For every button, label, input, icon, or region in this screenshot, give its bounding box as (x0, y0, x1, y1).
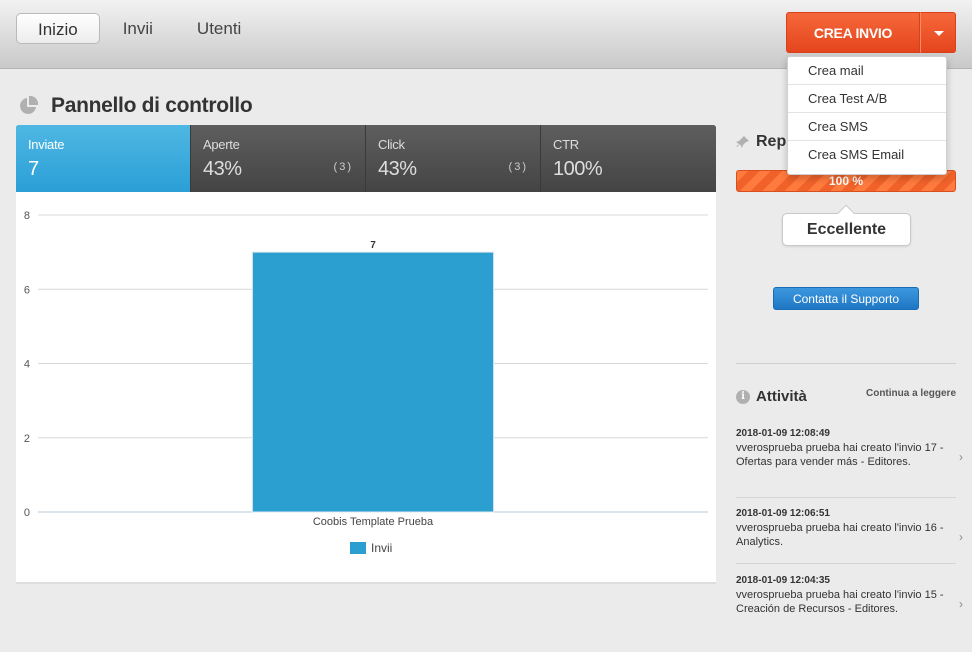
crea-invio-button[interactable]: CREA INVIO (786, 12, 920, 53)
menu-item-crea-sms[interactable]: Crea SMS (788, 113, 946, 141)
stat-tab-click[interactable]: Click 43% (3) (366, 125, 541, 192)
stat-value: 43% (378, 158, 417, 180)
stat-count: (3) (508, 161, 528, 173)
legend-label: Invii (371, 541, 392, 555)
activity-item[interactable]: 2018-01-09 12:06:51 vverosprueba prueba … (736, 508, 972, 549)
pin-icon (736, 136, 749, 148)
stat-value: 100% (553, 158, 603, 180)
reputation-title: Rep (756, 133, 787, 150)
activity-date: 2018-01-09 12:06:51 (736, 508, 830, 519)
y-tick-label: 4 (24, 359, 30, 371)
y-tick-label: 6 (24, 284, 30, 296)
nav-item-invii[interactable]: Invii (102, 13, 174, 44)
divider (736, 363, 956, 364)
menu-item-crea-sms-email[interactable]: Crea SMS Email (788, 141, 946, 169)
legend-swatch (350, 542, 366, 554)
reputation-rating-badge: Eccellente (782, 213, 911, 246)
activity-date: 2018-01-09 12:04:35 (736, 575, 830, 586)
data-label: 7 (370, 240, 376, 251)
stat-tab-ctr[interactable]: CTR 100% (541, 125, 716, 192)
stat-value: 43% (203, 158, 242, 180)
x-tick-label: Coobis Template Prueba (313, 516, 434, 528)
divider (736, 563, 956, 564)
stat-tab-aperte[interactable]: Aperte 43% (3) (191, 125, 366, 192)
activity-header: i Attività Continua a leggere (736, 388, 956, 405)
activity-title: Attività (756, 388, 807, 405)
info-icon: i (736, 389, 750, 404)
nav-item-utenti[interactable]: Utenti (176, 13, 262, 44)
read-more-link[interactable]: Continua a leggere (866, 388, 956, 399)
stat-label: CTR (553, 137, 579, 152)
divider (736, 497, 956, 498)
menu-item-crea-mail[interactable]: Crea mail (788, 57, 946, 85)
chevron-right-icon: › (959, 450, 963, 464)
y-tick-label: 0 (24, 507, 30, 519)
y-tick-label: 2 (24, 433, 30, 445)
page-title: Pannello di controllo (51, 94, 253, 117)
stat-label: Aperte (203, 137, 240, 152)
pie-chart-icon (20, 96, 38, 114)
activity-item[interactable]: 2018-01-09 12:04:35 vverosprueba prueba … (736, 575, 972, 616)
bar (251, 251, 495, 513)
crea-invio-dropdown-toggle[interactable] (920, 12, 956, 53)
activity-date: 2018-01-09 12:08:49 (736, 428, 830, 439)
activity-text: vverosprueba prueba hai creato l'invio 1… (736, 442, 944, 468)
nav-item-inizio[interactable]: Inizio (16, 13, 100, 44)
activity-item[interactable]: 2018-01-09 12:08:49 vverosprueba prueba … (736, 428, 972, 469)
bar-chart: 0 2 4 6 8 7 Coobis Template Prueba Invii (24, 210, 708, 555)
contact-support-button[interactable]: Contatta il Supporto (773, 287, 919, 310)
reputation-percent: 100 % (828, 174, 864, 188)
crea-invio-group: CREA INVIO (786, 12, 956, 53)
activity-text: vverosprueba prueba hai creato l'invio 1… (736, 589, 944, 615)
caret-down-icon (934, 31, 944, 36)
chevron-right-icon: › (959, 530, 963, 544)
main-nav: Inizio Invii Utenti (16, 13, 264, 44)
page-header: Pannello di controllo (18, 94, 253, 118)
activity-text: vverosprueba prueba hai creato l'invio 1… (736, 522, 944, 548)
stat-tab-inviate[interactable]: Inviate 7 (16, 125, 191, 200)
stat-label: Click (378, 137, 405, 152)
stat-label: Inviate (28, 137, 65, 152)
chart-panel: 0 2 4 6 8 7 Coobis Template Prueba Invii (16, 192, 716, 584)
stats-tabs: Inviate 7 Aperte 43% (3) Click 43% (3) C… (16, 125, 716, 200)
chevron-right-icon: › (959, 597, 963, 611)
reputation-header: Rep (736, 133, 786, 151)
crea-invio-menu: Crea mail Crea Test A/B Crea SMS Crea SM… (787, 56, 947, 175)
menu-item-crea-test-ab[interactable]: Crea Test A/B (788, 85, 946, 113)
stat-value: 7 (28, 158, 39, 180)
stat-count: (3) (333, 161, 353, 173)
y-tick-label: 8 (24, 210, 30, 222)
